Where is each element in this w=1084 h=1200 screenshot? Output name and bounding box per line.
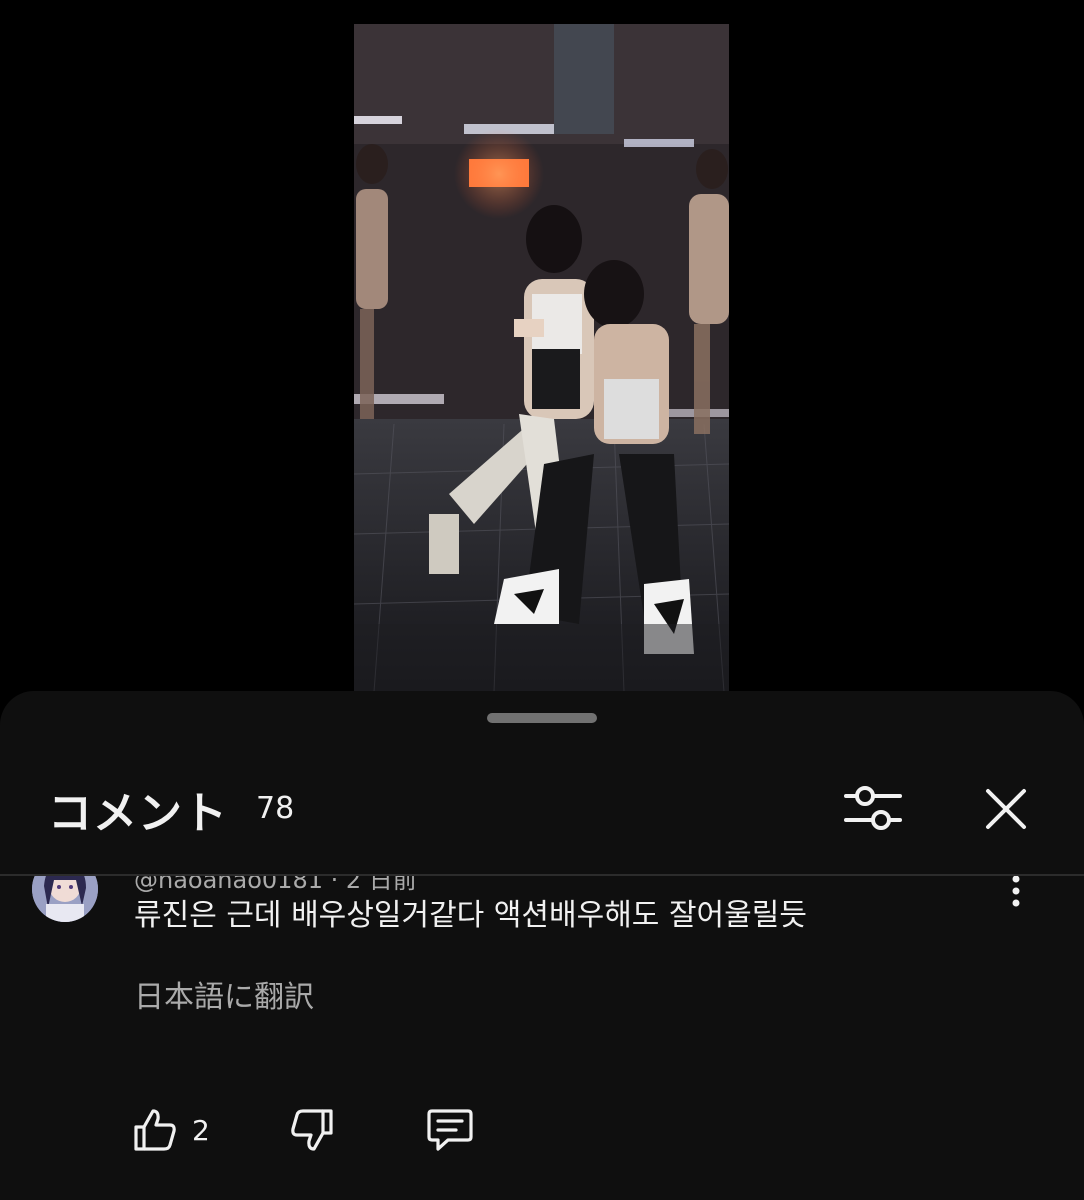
comment-list: @haoahao0181 · 2 日前 류진은 근데 배우상일거같다 액션배우해… [0, 876, 1084, 1200]
more-options-button[interactable] [996, 876, 1036, 918]
reply-comment-icon [427, 1109, 473, 1151]
comments-count: 78 [256, 791, 295, 826]
video-player[interactable] [354, 24, 729, 692]
more-vert-icon [1012, 876, 1020, 907]
drag-handle[interactable] [487, 713, 597, 723]
avatar[interactable] [32, 876, 98, 922]
thumb-up-icon [134, 1109, 176, 1151]
close-button[interactable] [980, 783, 1032, 835]
comments-title: コメント [48, 788, 228, 839]
reply-button[interactable] [424, 1102, 476, 1158]
screen: コメント 78 @haoahao0181 · 2 日前 류진은 근데 배우상일거… [0, 0, 1084, 1200]
close-icon [986, 789, 1026, 829]
comments-sheet: コメント 78 @haoahao0181 · 2 日前 류진은 근데 배우상일거… [0, 691, 1084, 1200]
like-button[interactable]: 2 [132, 1102, 210, 1158]
video-frame [354, 24, 729, 692]
like-count: 2 [192, 1113, 210, 1147]
sliders-icon [844, 786, 902, 830]
translate-link[interactable]: 日本語に翻訳 [134, 972, 314, 1016]
dislike-button[interactable] [288, 1102, 336, 1158]
avatar-image [32, 876, 98, 922]
comment-actions: 2 [0, 1102, 1084, 1162]
comment-text: 류진은 근데 배우상일거같다 액션배우해도 잘어울릴듯 [134, 898, 807, 933]
filter-button[interactable] [843, 781, 903, 837]
thumb-down-icon [291, 1109, 333, 1151]
